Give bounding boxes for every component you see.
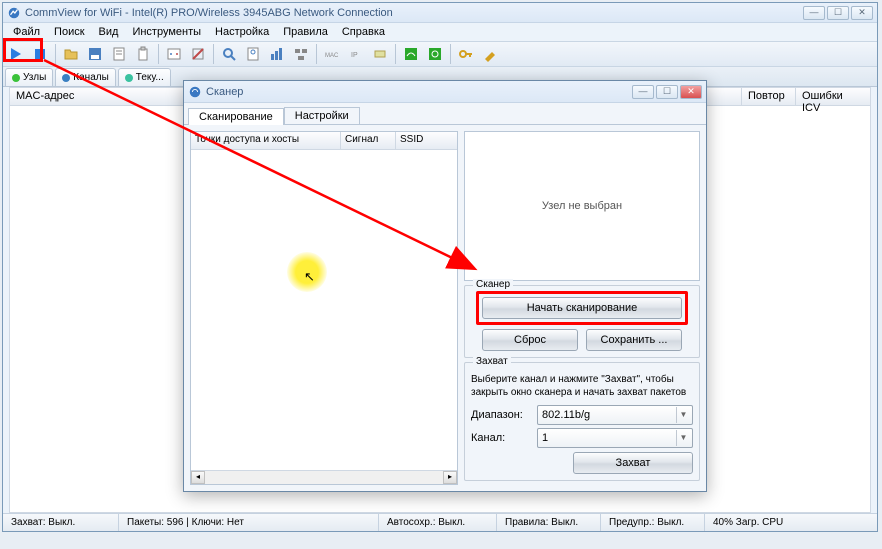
status-warn: Предупр.: Выкл.	[601, 514, 705, 531]
rules-icon[interactable]	[163, 43, 185, 65]
menubar: Файл Поиск Вид Инструменты Настройка Пра…	[3, 23, 877, 41]
mac-icon[interactable]: MAC	[321, 43, 343, 65]
menu-file[interactable]: Файл	[7, 24, 46, 40]
packet-icon[interactable]	[369, 43, 391, 65]
scroll-right-icon[interactable]: ▸	[443, 471, 457, 484]
menu-help[interactable]: Справка	[336, 24, 391, 40]
ap-list-pane: Точки доступа и хосты Сигнал SSID ↖ ◂ ▸	[190, 131, 458, 485]
svg-text:MAC: MAC	[325, 53, 339, 59]
tab-nodes[interactable]: Узлы	[5, 68, 53, 86]
start-scan-button[interactable]: Начать сканирование	[482, 297, 682, 319]
tool-icon[interactable]	[479, 43, 501, 65]
menu-search[interactable]: Поиск	[48, 24, 90, 40]
status-cpu: 40% Загр. CPU	[705, 514, 877, 531]
dialog-maximize-button[interactable]: ☐	[656, 85, 678, 99]
tab-settings[interactable]: Настройки	[284, 107, 360, 124]
scanner-group-title: Сканер	[473, 279, 513, 290]
chevron-down-icon: ▼	[676, 407, 690, 423]
statusbar: Захват: Выкл. Пакеты: 596 | Ключи: Нет А…	[3, 513, 877, 531]
menu-tools[interactable]: Инструменты	[126, 24, 207, 40]
capture-button[interactable]: Захват	[573, 452, 693, 474]
dialog-titlebar[interactable]: Сканер — ☐ ✕	[184, 81, 706, 103]
dialog-minimize-button[interactable]: —	[632, 85, 654, 99]
stats-icon[interactable]	[266, 43, 288, 65]
ip-icon[interactable]: IP	[345, 43, 367, 65]
hscrollbar[interactable]: ◂ ▸	[191, 470, 457, 484]
col-signal[interactable]: Сигнал	[341, 132, 396, 149]
status-rules: Правила: Выкл.	[497, 514, 601, 531]
minimize-button[interactable]: —	[803, 6, 825, 20]
status-capture: Захват: Выкл.	[3, 514, 119, 531]
cursor-icon: ↖	[304, 269, 315, 285]
hosts-icon[interactable]	[290, 43, 312, 65]
col-repeat[interactable]: Повтор	[742, 88, 796, 105]
reset-button[interactable]: Сброс	[482, 329, 578, 351]
col-ap[interactable]: Точки доступа и хосты	[191, 132, 341, 149]
status-packets: Пакеты: 596 | Ключи: Нет	[119, 514, 379, 531]
wifi-icon[interactable]	[400, 43, 422, 65]
maximize-button[interactable]: ☐	[827, 6, 849, 20]
settings-icon[interactable]	[187, 43, 209, 65]
save-button[interactable]: Сохранить ...	[586, 329, 682, 351]
menu-view[interactable]: Вид	[93, 24, 125, 40]
main-title: CommView for WiFi - Intel(R) PRO/Wireles…	[25, 7, 803, 19]
main-window-controls: — ☐ ✕	[803, 6, 873, 20]
clipboard-icon[interactable]	[132, 43, 154, 65]
filter-icon[interactable]	[242, 43, 264, 65]
close-button[interactable]: ✕	[851, 6, 873, 20]
chevron-down-icon: ▼	[676, 430, 690, 446]
menu-rules[interactable]: Правила	[277, 24, 334, 40]
col-icv[interactable]: Ошибки ICV	[796, 88, 870, 105]
log-icon[interactable]	[108, 43, 130, 65]
node-none-label: Узел не выбран	[542, 200, 622, 212]
open-icon[interactable]	[60, 43, 82, 65]
main-titlebar: CommView for WiFi - Intel(R) PRO/Wireles…	[3, 3, 877, 23]
play-button[interactable]	[5, 43, 27, 65]
svg-text:IP: IP	[351, 52, 358, 59]
key-icon[interactable]	[455, 43, 477, 65]
stop-button[interactable]	[29, 43, 51, 65]
tab-scanning[interactable]: Сканирование	[188, 108, 284, 125]
col-mac[interactable]: MAC-адрес	[10, 88, 190, 105]
annotation-scan-highlight: Начать сканирование	[476, 291, 688, 325]
band-combo[interactable]: 802.11b/g ▼	[537, 405, 693, 425]
toolbar: MAC IP	[3, 41, 877, 67]
scanner-group: Сканер Начать сканирование Сброс Сохрани…	[464, 285, 700, 358]
dialog-tabstrip: Сканирование Настройки	[184, 103, 706, 125]
dialog-title: Сканер	[206, 86, 632, 98]
save-icon[interactable]	[84, 43, 106, 65]
band-label: Диапазон:	[471, 409, 531, 421]
scroll-left-icon[interactable]: ◂	[191, 471, 205, 484]
wifi2-icon[interactable]	[424, 43, 446, 65]
search-icon[interactable]	[218, 43, 240, 65]
col-ssid[interactable]: SSID	[396, 132, 457, 149]
capture-group-title: Захват	[473, 356, 511, 367]
menu-settings[interactable]: Настройка	[209, 24, 275, 40]
dialog-icon	[188, 85, 202, 99]
capture-group: Захват Выберите канал и нажмите "Захват"…	[464, 362, 700, 481]
status-autosave: Автосохр.: Выкл.	[379, 514, 497, 531]
dialog-close-button[interactable]: ✕	[680, 85, 702, 99]
node-info-box: Узел не выбран	[464, 131, 700, 281]
capture-hint: Выберите канал и нажмите "Захват", чтобы…	[471, 373, 693, 399]
tab-current[interactable]: Теку...	[118, 68, 171, 86]
channel-combo[interactable]: 1 ▼	[537, 428, 693, 448]
scanner-dialog: Сканер — ☐ ✕ Сканирование Настройки Точк…	[183, 80, 707, 492]
channel-label: Канал:	[471, 432, 531, 444]
app-icon	[7, 6, 21, 20]
tab-channels[interactable]: Каналы	[55, 68, 116, 86]
